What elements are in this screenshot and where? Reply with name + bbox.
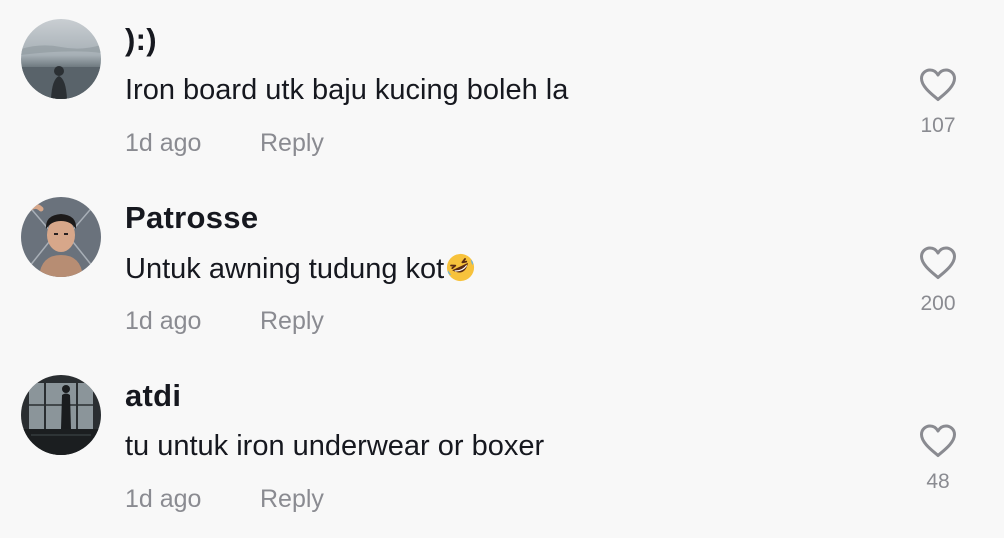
comment-item: atdi tu untuk iron underwear or boxer 1d…: [0, 356, 1004, 534]
avatar[interactable]: [21, 19, 101, 99]
comment-list: ):) Iron board utk baju kucing boleh la …: [0, 0, 1004, 538]
like-count: 200: [920, 292, 956, 315]
comment-time: 1d ago: [125, 307, 202, 335]
comment-username[interactable]: atdi: [125, 378, 181, 414]
heart-icon: [920, 68, 956, 101]
rolling-on-floor-laughing-emoji: [447, 253, 475, 282]
comment-text: Untuk awning tudung kot: [125, 252, 476, 286]
like-button[interactable]: 48: [905, 424, 971, 494]
reply-button[interactable]: Reply: [260, 129, 324, 158]
comment-text: Iron board utk baju kucing boleh la: [125, 74, 569, 106]
heart-icon: [920, 246, 956, 279]
avatar-photo: [21, 19, 101, 99]
comment-text: tu untuk iron underwear or boxer: [125, 430, 545, 462]
avatar[interactable]: [21, 375, 101, 455]
comment-username[interactable]: ):): [125, 22, 157, 58]
reply-button[interactable]: Reply: [260, 307, 324, 336]
like-count: 107: [920, 114, 956, 137]
comment-time: 1d ago: [125, 129, 202, 157]
reply-button[interactable]: Reply: [260, 485, 324, 514]
like-button[interactable]: 107: [905, 68, 971, 138]
avatar[interactable]: [21, 197, 101, 277]
comment-username[interactable]: Patrosse: [125, 200, 258, 236]
comment-item: ):) Iron board utk baju kucing boleh la …: [0, 0, 1004, 178]
heart-icon: [920, 424, 956, 457]
avatar-photo: [21, 197, 101, 277]
like-count: 48: [926, 470, 950, 493]
comment-item: Patrosse Untuk awning tudung kot 1d ago …: [0, 178, 1004, 356]
comment-text-content: Untuk awning tudung kot: [125, 253, 445, 285]
like-button[interactable]: 200: [905, 246, 971, 316]
comment-time: 1d ago: [125, 485, 202, 513]
avatar-photo: [21, 375, 101, 455]
